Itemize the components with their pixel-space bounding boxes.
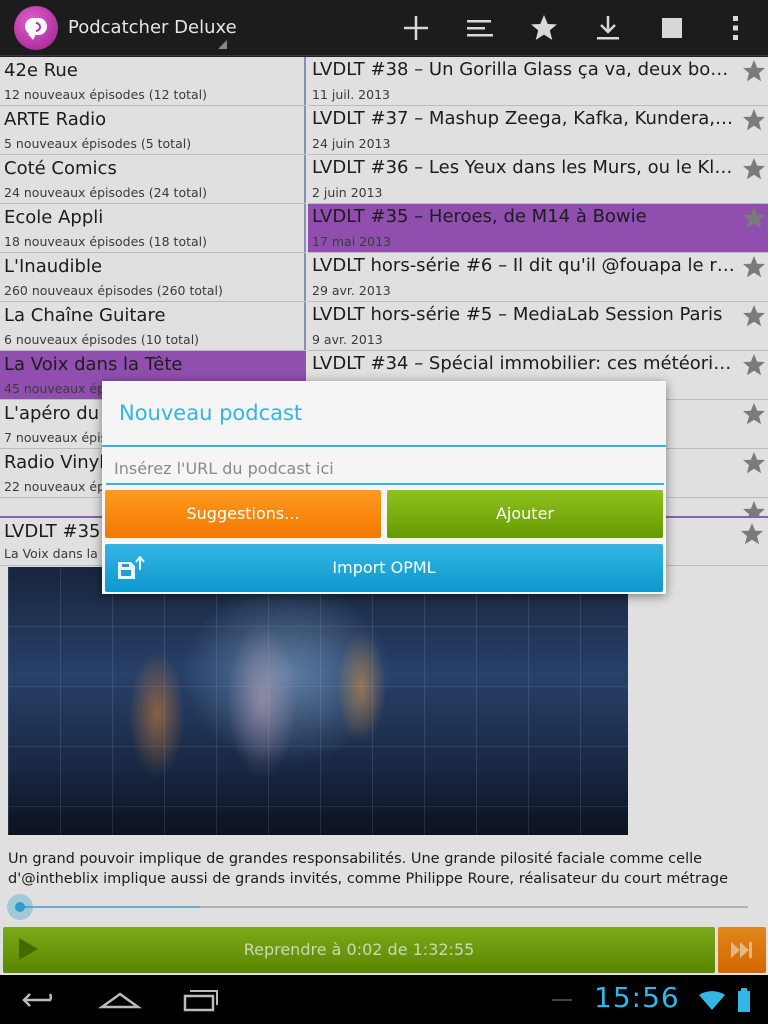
recent-apps-icon[interactable] — [176, 985, 224, 1015]
stop-icon — [662, 18, 682, 38]
system-navigation-bar: 15:56 — [0, 975, 768, 1024]
dialog-title-divider — [102, 445, 666, 447]
star-icon — [531, 15, 557, 40]
import-opml-button[interactable]: Import OPML — [105, 544, 663, 592]
sort-button[interactable] — [460, 8, 500, 48]
favorites-button[interactable] — [524, 8, 564, 48]
overflow-menu-icon — [733, 16, 738, 40]
download-icon — [597, 16, 619, 40]
add-podcast-button[interactable] — [396, 8, 436, 48]
app-title[interactable]: Podcatcher Deluxe — [68, 17, 237, 38]
new-podcast-dialog: Nouveau podcast Suggestions... Ajouter I… — [102, 381, 666, 594]
notification-indicator — [552, 999, 572, 1001]
wifi-icon — [699, 991, 725, 1010]
import-file-icon — [118, 556, 145, 579]
dialog-title: Nouveau podcast — [119, 401, 303, 425]
home-icon[interactable] — [96, 985, 144, 1015]
app-title-dropdown-indicator — [218, 40, 227, 49]
status-clock: 15:56 — [594, 981, 680, 1014]
battery-icon — [738, 988, 750, 1012]
plus-icon — [404, 16, 428, 40]
import-opml-label: Import OPML — [332, 558, 436, 577]
sort-icon — [467, 20, 493, 37]
stop-button[interactable] — [652, 8, 692, 48]
downloads-button[interactable] — [588, 8, 628, 48]
back-icon[interactable] — [16, 985, 64, 1015]
podcast-url-input[interactable] — [106, 454, 664, 485]
suggestions-button[interactable]: Suggestions... — [105, 490, 381, 538]
add-button[interactable]: Ajouter — [387, 490, 663, 538]
app-logo-icon[interactable] — [14, 6, 58, 50]
action-bar: Podcatcher Deluxe — [0, 0, 768, 56]
overflow-menu-button[interactable] — [716, 8, 756, 48]
